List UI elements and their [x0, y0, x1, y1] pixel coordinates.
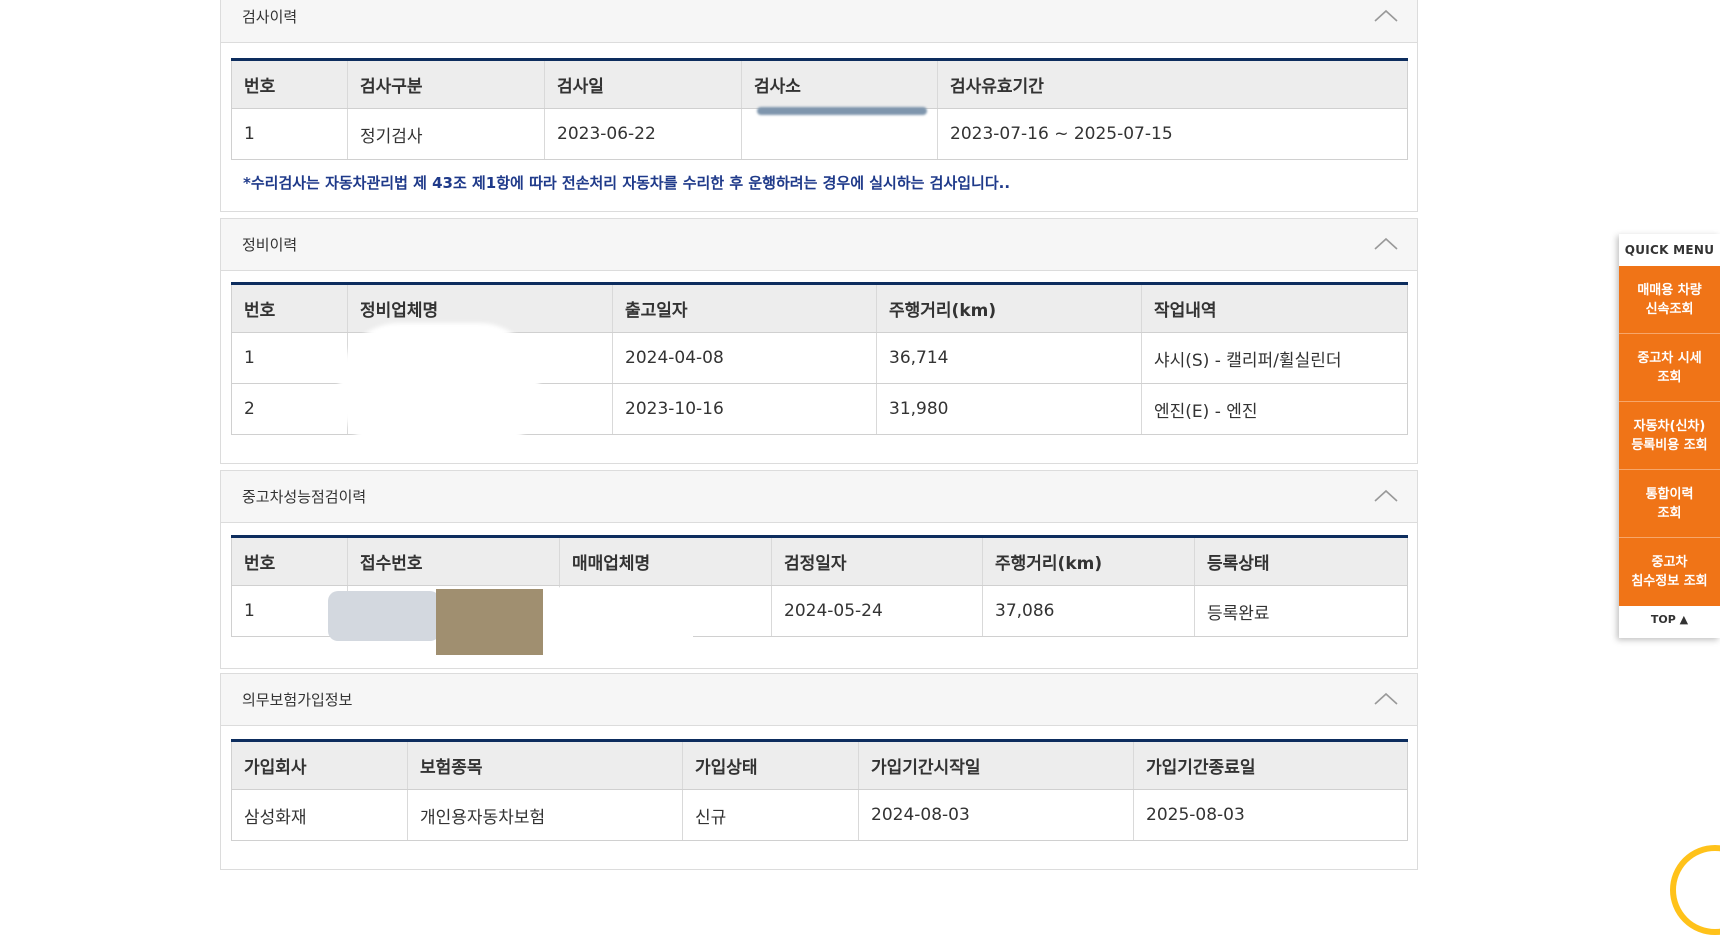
table-row: 삼성화재 개인용자동차보험 신규 2024-08-03 2025-08-03	[231, 789, 1408, 841]
cell: 신규	[682, 789, 859, 841]
quick-menu-title: QUICK MENU	[1624, 243, 1715, 257]
col-header: 보험종목	[407, 740, 683, 790]
col-header: 작업내역	[1141, 283, 1408, 333]
cell: 36,714	[876, 332, 1142, 384]
chevron-up-icon[interactable]	[1373, 489, 1399, 503]
redaction-mark	[757, 107, 927, 115]
quick-menu-item-flood-info[interactable]: 중고차 침수정보 조회	[1619, 538, 1720, 606]
col-header: 번호	[231, 536, 348, 586]
table-header-row: 번호 접수번호 매매업체명 검정일자 주행거리(km) 등록상태	[231, 536, 1408, 586]
cell: 2023-07-16 ~ 2025-07-15	[937, 108, 1408, 160]
col-header: 번호	[231, 283, 348, 333]
chevron-up-icon[interactable]	[1373, 237, 1399, 251]
col-header: 접수번호	[347, 536, 560, 586]
section-title: 정비이력	[242, 236, 298, 254]
cell: 2023-06-22	[544, 108, 742, 160]
col-header: 등록상태	[1194, 536, 1408, 586]
performance-section-header[interactable]: 중고차성능점검이력	[221, 471, 1417, 523]
section-title: 검사이력	[242, 8, 298, 26]
inspection-section-header[interactable]: 검사이력	[221, 0, 1417, 43]
cell: 샤시(S) - 캘리퍼/휠실린더	[1141, 332, 1408, 384]
chat-widget-icon[interactable]	[1670, 845, 1720, 935]
col-header: 번호	[231, 59, 348, 109]
col-header: 검정일자	[771, 536, 983, 586]
section-title: 중고차성능점검이력	[242, 488, 367, 506]
redaction-gray	[328, 591, 440, 641]
col-header: 가입기간종료일	[1133, 740, 1408, 790]
insurance-section-header[interactable]: 의무보험가입정보	[221, 674, 1417, 726]
cell: 2024-08-03	[858, 789, 1134, 841]
cell: 2023-10-16	[612, 383, 877, 435]
quick-menu-item-used-car-price[interactable]: 중고차 시세 조회	[1619, 334, 1720, 402]
col-header: 검사유효기간	[937, 59, 1408, 109]
cell: 2025-08-03	[1133, 789, 1408, 841]
section-title: 의무보험가입정보	[242, 691, 353, 709]
cell	[741, 108, 938, 160]
insurance-table: 가입회사 보험종목 가입상태 가입기간시작일 가입기간종료일 삼성화재 개인용자…	[231, 739, 1408, 841]
redaction-blob	[339, 323, 539, 453]
col-header: 가입기간시작일	[858, 740, 1134, 790]
col-header: 검사구분	[347, 59, 545, 109]
maintenance-section-header[interactable]: 정비이력	[221, 219, 1417, 271]
cell: 정기검사	[347, 108, 545, 160]
cell: 1	[231, 108, 348, 160]
col-header: 가입회사	[231, 740, 408, 790]
chevron-up-icon[interactable]	[1373, 692, 1399, 706]
notice-text: *수리검사는 자동차관리법 제 43조 제1항에 따라 전손처리 자동차를 수리…	[243, 174, 1011, 192]
cell: 2	[231, 383, 348, 435]
table-row: 1 정기검사 2023-06-22 2023-07-16 ~ 2025-07-1…	[231, 108, 1408, 160]
scroll-top-button[interactable]: TOP ▲	[1619, 606, 1720, 634]
cell: 삼성화재	[231, 789, 408, 841]
insurance-section: 의무보험가입정보 가입회사 보험종목 가입상태 가입기간시작일 가입기간종료일 …	[220, 673, 1418, 870]
performance-section: 중고차성능점검이력 번호 접수번호 매매업체명 검정일자 주행거리(km) 등록…	[220, 470, 1418, 669]
cell: 엔진(E) - 엔진	[1141, 383, 1408, 435]
col-header: 가입상태	[682, 740, 859, 790]
col-header: 매매업체명	[559, 536, 772, 586]
cell: 등록완료	[1194, 585, 1408, 637]
col-header: 출고일자	[612, 283, 877, 333]
quick-menu-list: 매매용 차량 신속조회 중고차 시세 조회 자동차(신차) 등록비용 조회 통합…	[1619, 266, 1720, 606]
maintenance-section: 정비이력 번호 정비업체명 출고일자 주행거리(km) 작업내역 1 2024-…	[220, 218, 1418, 464]
quick-menu-item-integrated-history[interactable]: 통합이력 조회	[1619, 470, 1720, 538]
col-header: 검사소	[741, 59, 938, 109]
col-header: 주행거리(km)	[982, 536, 1195, 586]
cell: 31,980	[876, 383, 1142, 435]
cell: 37,086	[982, 585, 1195, 637]
redaction-white	[543, 587, 693, 657]
quick-menu: QUICK MENU 매매용 차량 신속조회 중고차 시세 조회 자동차(신차)…	[1619, 234, 1720, 638]
inspection-section: 검사이력 번호 검사구분 검사일 검사소 검사유효기간 1 정기검사 2023-…	[220, 0, 1418, 212]
cell: 1	[231, 332, 348, 384]
cell: 2024-04-08	[612, 332, 877, 384]
chevron-up-icon[interactable]	[1373, 9, 1399, 23]
cell: 2024-05-24	[771, 585, 983, 637]
quick-menu-item-dealer-car-lookup[interactable]: 매매용 차량 신속조회	[1619, 266, 1720, 334]
cell: 개인용자동차보험	[407, 789, 683, 841]
table-header-row: 번호 검사구분 검사일 검사소 검사유효기간	[231, 59, 1408, 109]
table-header-row: 가입회사 보험종목 가입상태 가입기간시작일 가입기간종료일	[231, 740, 1408, 790]
redaction-brown	[436, 589, 543, 655]
quick-menu-item-registration-cost[interactable]: 자동차(신차) 등록비용 조회	[1619, 402, 1720, 470]
col-header: 검사일	[544, 59, 742, 109]
col-header: 주행거리(km)	[876, 283, 1142, 333]
